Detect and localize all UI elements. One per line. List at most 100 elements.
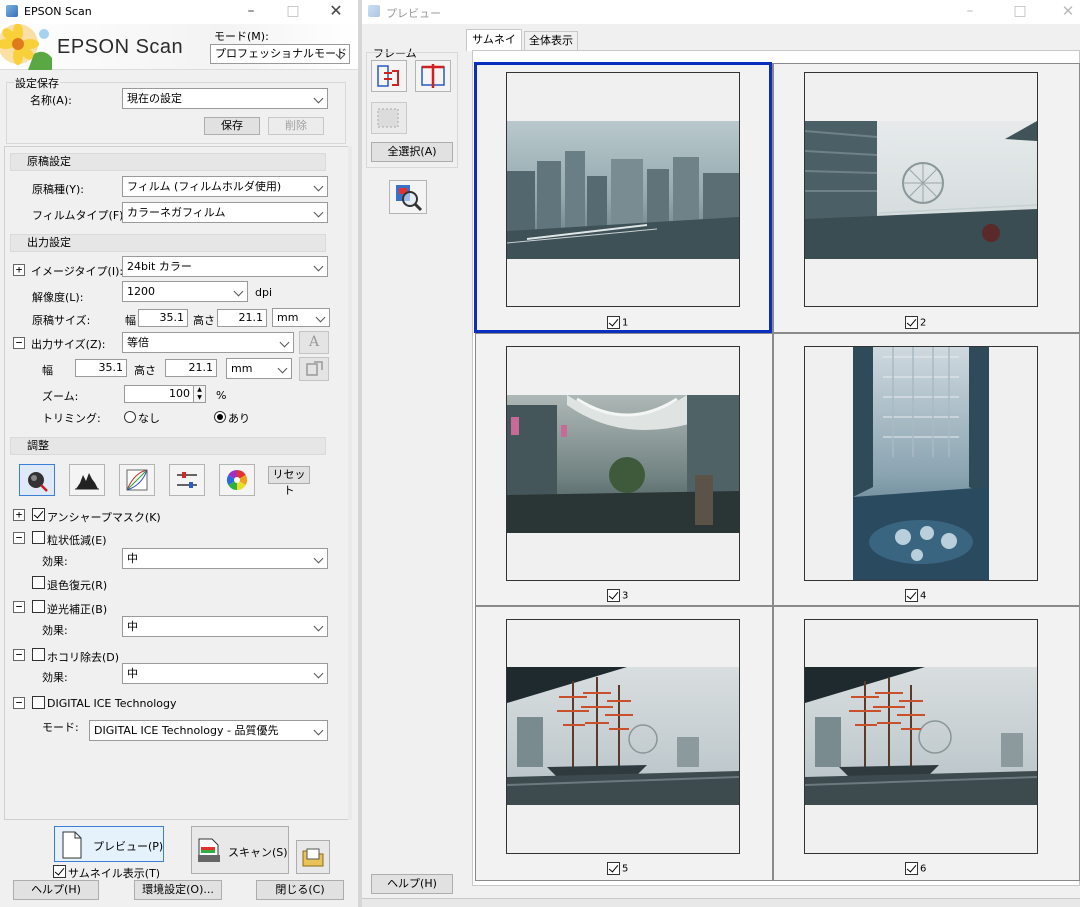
trim-none-radio[interactable] — [124, 411, 136, 423]
doc-width-field: 35.1 — [138, 309, 188, 327]
frame-split-button[interactable] — [415, 60, 451, 92]
resolution-combo[interactable]: 1200 — [122, 281, 248, 302]
zoom-preview-button[interactable] — [389, 180, 427, 214]
flower-logo-icon — [0, 24, 52, 70]
zoom-field[interactable]: 100 — [124, 385, 194, 403]
out-unit-select[interactable]: mm — [226, 358, 292, 379]
out-width-field[interactable]: 35.1 — [75, 359, 127, 377]
backlight-collapse-button[interactable]: − — [13, 601, 25, 613]
dust-label: ホコリ除去(D) — [47, 651, 120, 664]
image-adjust-icon — [177, 472, 197, 488]
tab-thumbnail[interactable]: サムネイル — [466, 29, 522, 66]
tab-full-view[interactable]: 全体表示 — [524, 31, 578, 51]
save-button[interactable]: 保存 — [204, 117, 260, 135]
frame-edit-icon — [377, 108, 399, 128]
unsharp-expand-button[interactable]: + — [13, 509, 25, 521]
close-window-button[interactable]: 閉じる(C) — [256, 880, 344, 900]
film-type-select[interactable]: カラーネガフィルム — [122, 202, 328, 223]
output-size-collapse-button[interactable]: − — [13, 337, 25, 349]
thumbnail-check-2[interactable]: 2 — [905, 316, 926, 330]
preview-help-button[interactable]: ヘルプ(H) — [371, 874, 453, 894]
fade-checkbox[interactable] — [32, 576, 45, 589]
auto-exposure-button[interactable] — [19, 464, 55, 496]
out-height-field[interactable]: 21.1 — [165, 359, 217, 377]
ice-label: DIGITAL ICE Technology — [47, 697, 177, 710]
tone-curve-button[interactable] — [119, 464, 155, 496]
thumbnail-check-3[interactable]: 3 — [607, 589, 628, 603]
thumbnail-check-4[interactable]: 4 — [905, 589, 926, 603]
image-type-select[interactable]: 24bit カラー — [122, 256, 328, 277]
settings-save-heading: 設定保存 — [14, 75, 60, 91]
dpi-unit: dpi — [255, 286, 273, 299]
preview-button[interactable]: プレビュー(P) — [54, 826, 164, 862]
thumbnail-image-1 — [507, 121, 739, 259]
histogram-icon — [75, 473, 99, 490]
open-folder-icon — [302, 848, 324, 867]
folder-button[interactable] — [296, 840, 330, 874]
unsharp-checkbox[interactable] — [32, 508, 45, 521]
adjust-heading: 調整 — [10, 437, 326, 455]
preview-window: プレビュー – □ ✕ フレーム 全選択(A) ヘルプ(H) サムネイル 全体表… — [362, 0, 1080, 907]
environment-settings-button[interactable]: 環境設定(O)... — [134, 880, 222, 900]
maximize-button: □ — [286, 3, 300, 19]
dust-checkbox[interactable] — [32, 648, 45, 661]
mode-label: モード(M): — [214, 30, 269, 43]
thumbnail-image-5 — [507, 667, 739, 805]
name-label: 名称(A): — [30, 94, 72, 107]
mode-select[interactable]: プロフェッショナルモード — [210, 44, 350, 64]
status-bar — [362, 898, 1080, 907]
ratio-lock-icon — [306, 361, 323, 376]
frame-split-icon — [421, 64, 445, 88]
minimize-button[interactable]: – — [229, 0, 273, 24]
zoom-spinner[interactable]: ▲ ▼ — [193, 385, 206, 403]
frame-detect-icon — [377, 65, 399, 87]
scan-button[interactable]: スキャン(S) — [191, 826, 289, 874]
backlight-effect-select[interactable]: 中 — [122, 616, 328, 637]
zoom-label: ズーム: — [42, 390, 79, 403]
backlight-checkbox[interactable] — [32, 600, 45, 613]
color-wheel-icon — [226, 469, 248, 491]
thumbnail-image-6 — [805, 667, 1037, 805]
image-type-expand-button[interactable]: + — [13, 264, 25, 276]
auto-frame-button[interactable] — [371, 60, 407, 92]
close-button[interactable]: ✕ — [314, 0, 358, 24]
ice-mode-label: モード: — [42, 721, 79, 734]
reset-button[interactable]: リセット — [268, 466, 310, 497]
thumbnail-checkbox[interactable] — [53, 865, 66, 878]
document-preview-icon — [62, 831, 82, 859]
thumbnail-check-5[interactable]: 5 — [607, 862, 628, 876]
thumbnail-image-4 — [853, 347, 989, 580]
trim-yes-radio[interactable] — [214, 411, 226, 423]
delete-button: 削除 — [268, 117, 324, 135]
preview-close-button[interactable]: ✕ — [1046, 0, 1080, 24]
trim-none-label: なし — [138, 412, 160, 425]
preview-minimize-button[interactable]: – — [948, 0, 992, 24]
color-palette-button[interactable] — [219, 464, 255, 496]
zoom-unit: % — [216, 389, 227, 402]
output-size-select[interactable]: 等倍 — [122, 332, 294, 353]
ice-checkbox[interactable] — [32, 696, 45, 709]
app-icon — [6, 5, 18, 17]
help-button[interactable]: ヘルプ(H) — [13, 880, 99, 900]
doc-type-select[interactable]: フィルム (フィルムホルダ使用) — [122, 176, 328, 197]
thumbnail-check-1[interactable]: 1 — [607, 316, 628, 330]
grain-effect-select[interactable]: 中 — [122, 548, 328, 569]
ice-mode-select[interactable]: DIGITAL ICE Technology - 品質優先 — [89, 720, 328, 741]
thumbnail-image-3 — [507, 395, 739, 533]
doc-unit-select[interactable]: mm — [272, 308, 330, 327]
image-adjust-button[interactable] — [169, 464, 205, 496]
ice-collapse-button[interactable]: − — [13, 697, 25, 709]
grain-checkbox[interactable] — [32, 531, 45, 544]
doc-height-field: 21.1 — [217, 309, 267, 327]
select-all-button[interactable]: 全選択(A) — [371, 142, 453, 162]
brand-header: EPSON Scan モード(M): プロフェッショナルモード — [0, 24, 360, 70]
scrollbar-track[interactable] — [348, 146, 352, 820]
histogram-button[interactable] — [69, 464, 105, 496]
thumbnail-label: サムネイル表示(T) — [68, 867, 161, 880]
grain-collapse-button[interactable]: − — [13, 532, 25, 544]
dust-collapse-button[interactable]: − — [13, 649, 25, 661]
fade-label: 退色復元(R) — [47, 579, 108, 592]
dust-effect-select[interactable]: 中 — [122, 663, 328, 684]
name-select[interactable]: 現在の設定 — [122, 88, 328, 109]
thumbnail-check-6[interactable]: 6 — [905, 862, 926, 876]
